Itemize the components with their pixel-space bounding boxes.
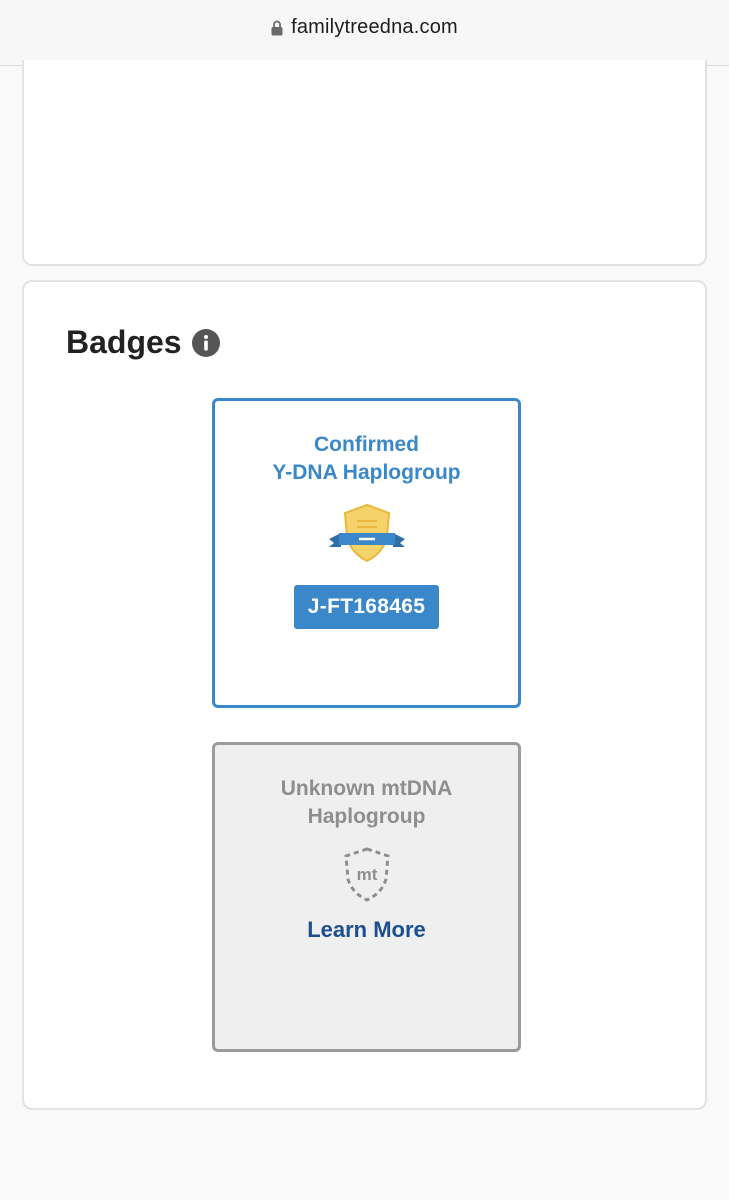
info-icon[interactable] <box>191 328 220 357</box>
previous-section-card <box>22 60 707 266</box>
mt-icon-text: mt <box>356 865 377 884</box>
ydna-haplogroup-value: J-FT168465 <box>293 585 440 629</box>
mt-shield-icon: mt <box>343 847 390 902</box>
confirmed-ydna-badge[interactable]: Confirmed Y-DNA Haplogroup J-FT168465 <box>212 398 521 708</box>
url-container: familytreedna.com <box>271 16 458 39</box>
badges-heading: Badges <box>66 324 220 361</box>
ribbon-shield-icon <box>328 503 405 563</box>
confirmed-badge-title: Confirmed Y-DNA Haplogroup <box>272 433 461 484</box>
badges-title: Badges <box>66 324 182 360</box>
unknown-mtdna-badge[interactable]: Unknown mtDNA Haplogroup mt Learn More <box>212 742 521 1052</box>
url-text: familytreedna.com <box>291 16 458 38</box>
browser-address-bar[interactable]: familytreedna.com <box>0 0 729 66</box>
lock-icon <box>271 20 283 35</box>
unknown-badge-title: Unknown mtDNA Haplogroup <box>280 777 453 828</box>
learn-more-link[interactable]: Learn More <box>307 917 426 943</box>
badges-card: Badges Confirmed Y-DNA Haplogroup J-FT16… <box>22 280 707 1110</box>
